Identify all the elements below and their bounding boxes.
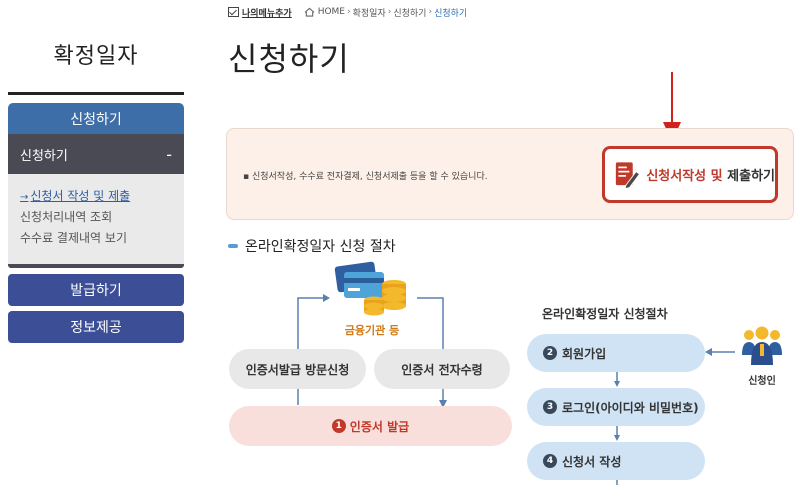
sidebar-subitem-label: 신청서 작성 및 제출 xyxy=(30,189,131,203)
page-title: 신청하기 xyxy=(228,40,350,78)
bank-card-coins-icon xyxy=(334,261,406,316)
flow-step-label: 로그인(아이디와 비밀번호) xyxy=(562,400,699,415)
step-number-badge: 3 xyxy=(543,400,557,414)
applicant-group-icon xyxy=(742,326,782,365)
sidebar-submenu-footer xyxy=(8,264,184,268)
sidebar-subitem-history[interactable]: 신청처리내역 조회 xyxy=(20,207,184,228)
sidebar-item-issue[interactable]: 발급하기 xyxy=(8,274,184,306)
section-title: 온라인확정일자 신청 절차 xyxy=(228,236,396,256)
top-breadcrumb-bar: 나의메뉴추가 HOME › 확정일자 › 신청하기 › 신청하기 xyxy=(228,4,467,20)
write-submit-application-button[interactable]: 신청서작성 및 제출하기 xyxy=(602,146,778,203)
breadcrumb-home[interactable]: HOME xyxy=(318,7,345,17)
add-my-menu-link[interactable]: 나의메뉴추가 xyxy=(228,6,292,19)
breadcrumb-current: 신청하기 xyxy=(434,8,468,19)
flow-step-login: 3 로그인(아이디와 비밀번호) xyxy=(527,388,705,426)
applicant-label: 신청인 xyxy=(748,376,776,387)
write-submit-label: 신청서작성 및 제출하기 xyxy=(646,165,775,184)
home-icon xyxy=(304,7,315,17)
section-title-text: 온라인확정일자 신청 절차 xyxy=(245,239,396,255)
flow-step-label: 회원가입 xyxy=(562,346,607,361)
write-submit-label-red: 신청서작성 및 xyxy=(646,169,723,184)
sidebar-item-info[interactable]: 정보제공 xyxy=(8,311,184,343)
sidebar-submenu-label: 신청하기 xyxy=(20,148,68,164)
sidebar-title: 확정일자 xyxy=(53,44,139,69)
sidebar-divider xyxy=(8,92,184,95)
flow-step-write-application: 4 신청서 작성 xyxy=(527,442,705,480)
checkbox-icon xyxy=(228,7,239,17)
sidebar-item-apply[interactable]: 신청하기 xyxy=(8,103,184,134)
breadcrumb-item[interactable]: 신청하기 xyxy=(393,6,426,19)
sidebar-subitem-write-submit[interactable]: → 신청서 작성 및 제출 xyxy=(20,186,184,207)
section-bullet-icon xyxy=(228,244,238,248)
add-my-menu-label: 나의메뉴추가 xyxy=(242,8,292,19)
info-text-content: 신청서작성, 수수료 전자결제, 신청서제출 등을 할 수 있습니다. xyxy=(251,172,488,182)
cert-issue-label: 인증서 발급 xyxy=(349,419,410,434)
info-text: ▪ 신청서작성, 수수료 전자결제, 신청서제출 등을 할 수 있습니다. xyxy=(243,172,488,182)
cert-visit-request-step: 인증서발급 방문신청 xyxy=(229,349,366,389)
step-number-badge: 2 xyxy=(543,346,557,360)
flow-title: 온라인확정일자 신청절차 xyxy=(542,307,668,321)
breadcrumb-item[interactable]: 확정일자 xyxy=(353,6,386,19)
breadcrumb-separator: › xyxy=(347,7,351,17)
flow-step-label: 신청서 작성 xyxy=(562,454,622,469)
sidebar-submenu-header[interactable]: 신청하기 - xyxy=(8,134,184,174)
sidebar-submenu-list: → 신청서 작성 및 제출 신청처리내역 조회 수수료 결제내역 보기 xyxy=(8,174,184,264)
breadcrumb-separator: › xyxy=(428,7,433,17)
cert-issue-step: 1 인증서 발급 xyxy=(229,406,512,446)
bank-label: 금융기관 등 xyxy=(344,324,400,337)
step-number-badge: 1 xyxy=(331,419,346,433)
sidebar-subitem-payments[interactable]: 수수료 결제내역 보기 xyxy=(20,228,184,249)
arrow-right-icon: → xyxy=(20,192,29,203)
collapse-icon[interactable]: - xyxy=(166,145,172,164)
document-pen-icon xyxy=(615,161,641,189)
flow-step-signup: 2 회원가입 xyxy=(527,334,705,372)
step-number-badge: 4 xyxy=(543,454,557,468)
cert-electronic-receive-step: 인증서 전자수령 xyxy=(374,349,510,389)
info-box: ▪ 신청서작성, 수수료 전자결제, 신청서제출 등을 할 수 있습니다. 신청… xyxy=(226,128,794,220)
write-submit-label-dark: 제출하기 xyxy=(727,169,775,184)
breadcrumb-separator: › xyxy=(387,7,392,17)
